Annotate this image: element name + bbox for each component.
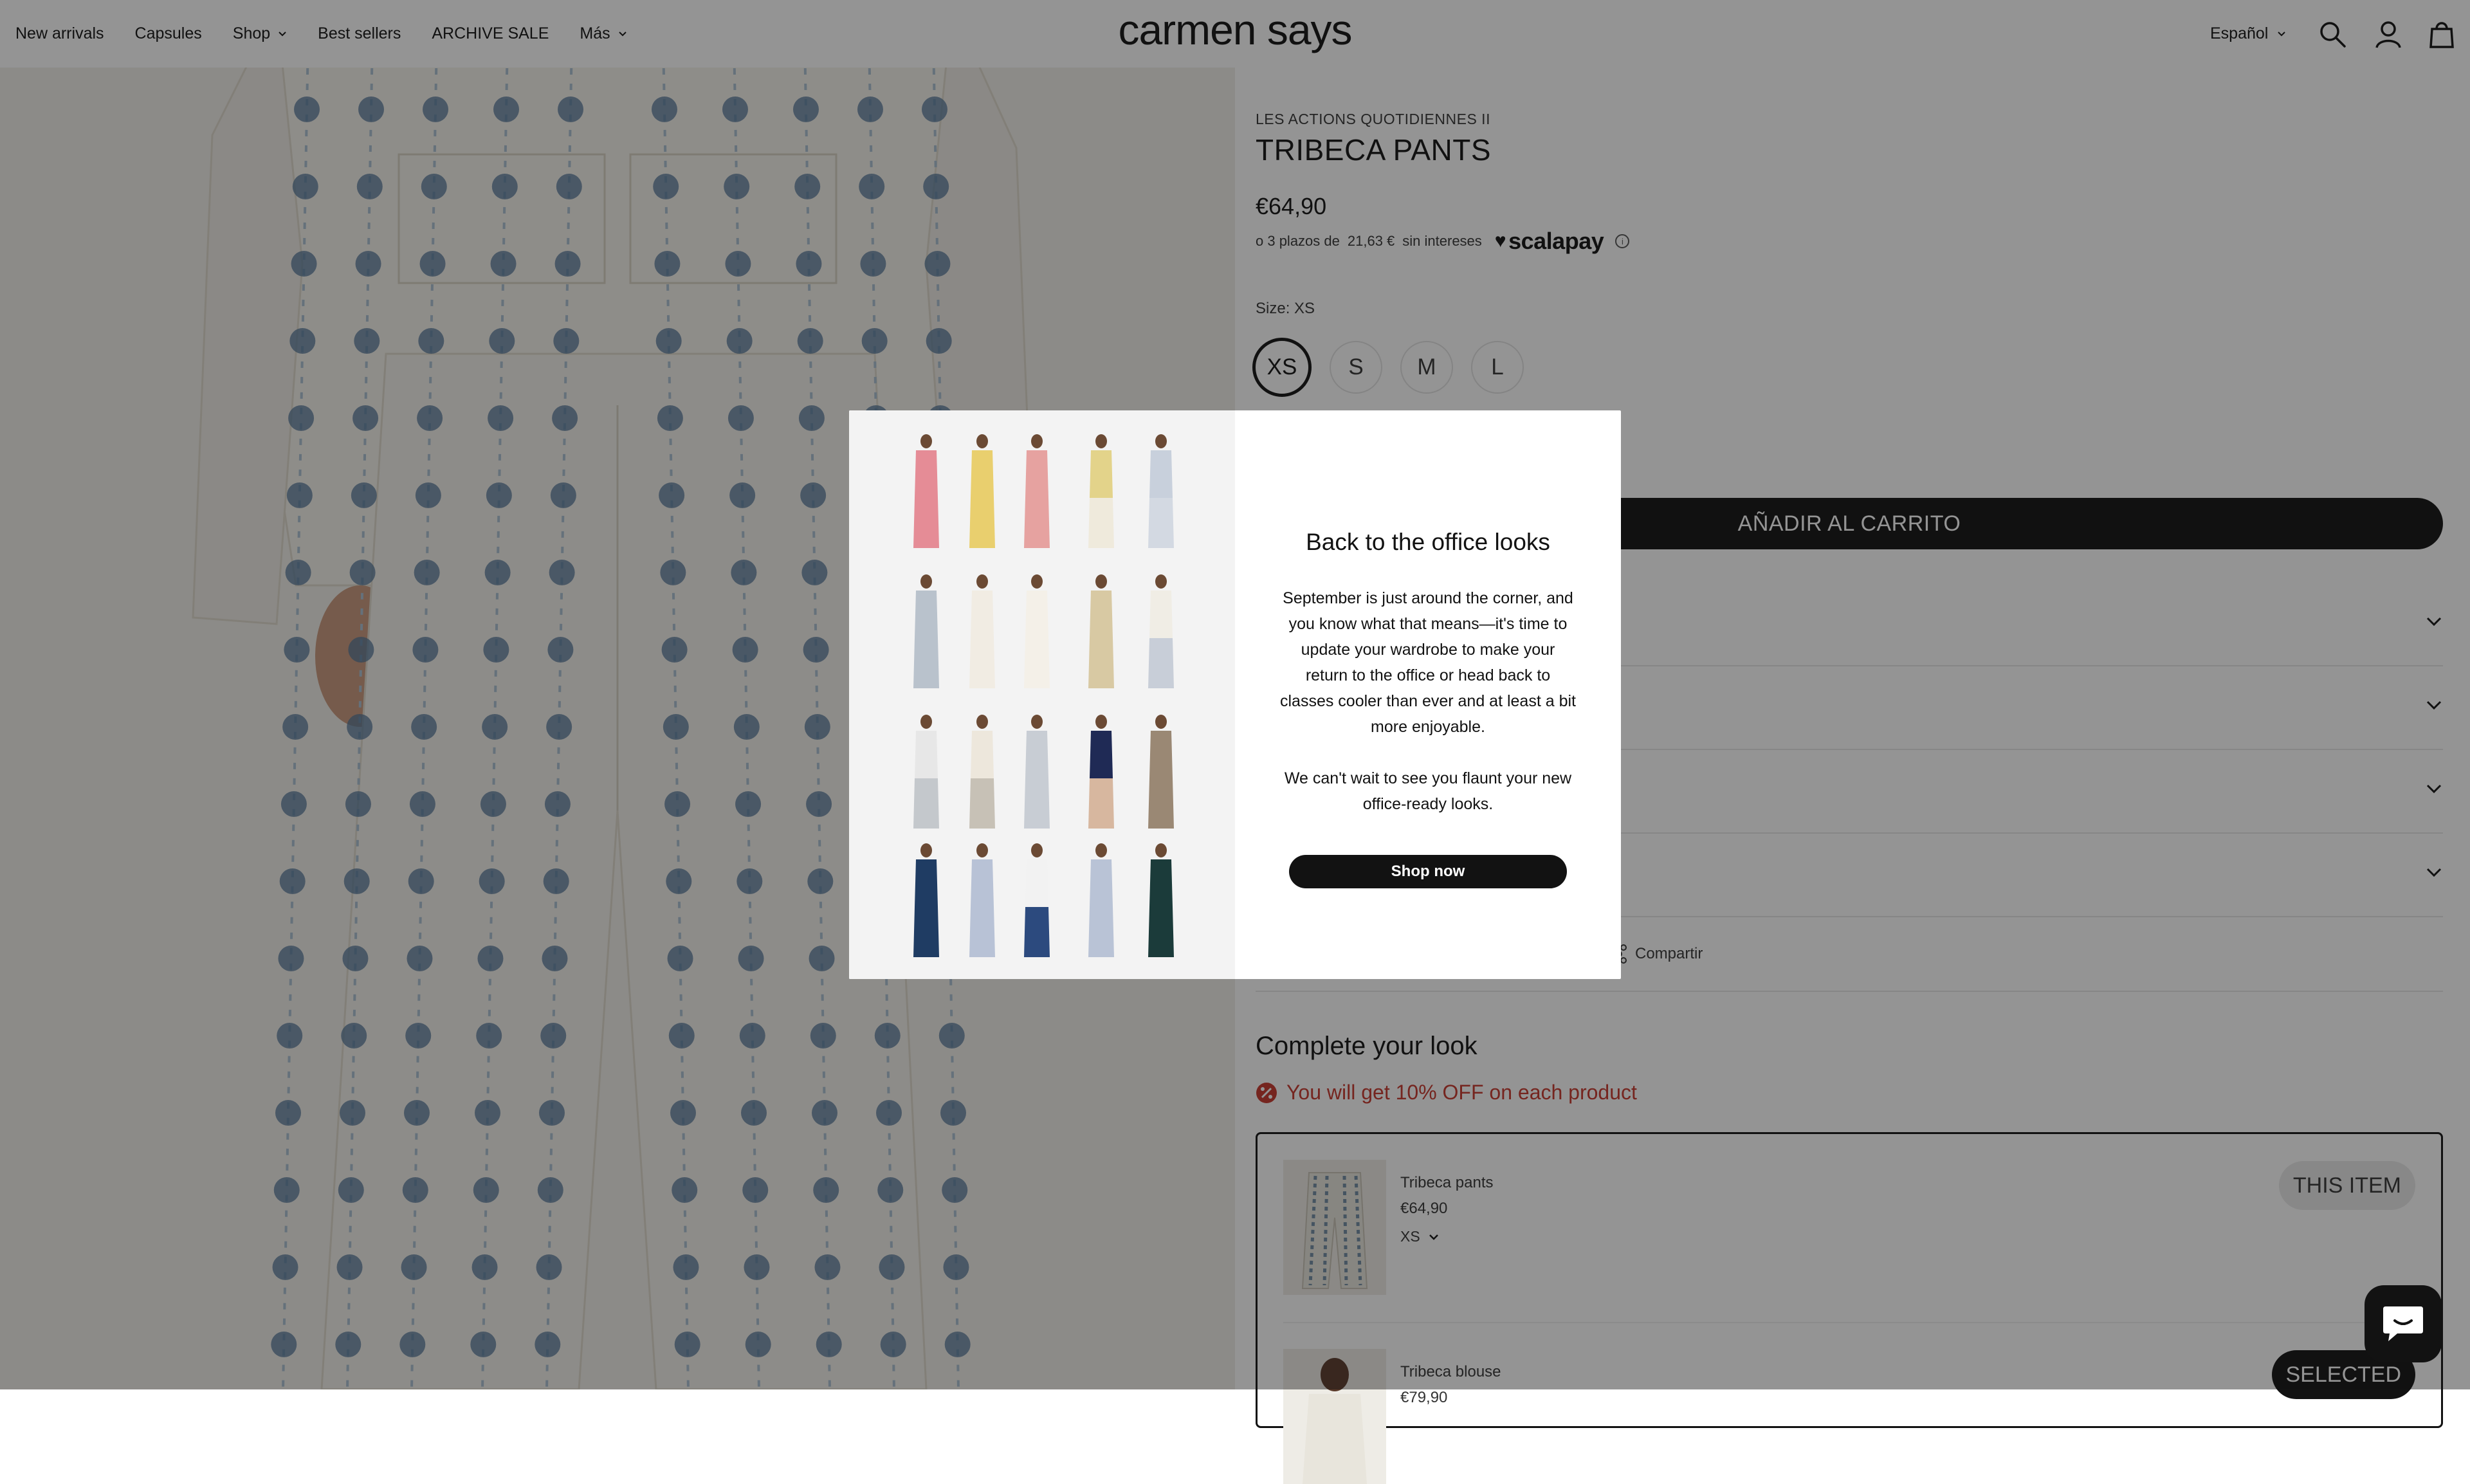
lookbook-figure	[1024, 434, 1050, 548]
lookbook-figure	[913, 715, 939, 829]
modal-description: September is just around the corner, and…	[1280, 589, 1576, 736]
lookbook-figure	[1148, 715, 1174, 829]
shop-now-button[interactable]: Shop now	[1289, 855, 1567, 888]
chat-button[interactable]	[2365, 1285, 2442, 1362]
lookbook-figure	[1024, 843, 1050, 957]
lookbook-figure	[1088, 843, 1114, 957]
lookbook-figure	[969, 574, 995, 688]
lookbook-figure	[913, 843, 939, 957]
lookbook-figure	[1148, 434, 1174, 548]
lookbook-figure	[969, 843, 995, 957]
promo-modal: Back to the office looks September is ju…	[849, 410, 1621, 979]
bundle-item-price: €79,90	[1400, 1389, 1448, 1406]
product-page: New arrivals Capsules Shop Best sellers ARCH…	[0, 0, 2470, 1484]
lookbook-figure	[969, 715, 995, 829]
lookbook-figure	[1148, 574, 1174, 688]
lookbook-image	[849, 410, 1235, 979]
lookbook-figure	[1024, 574, 1050, 688]
modal-content: Back to the office looks September is ju…	[1235, 410, 1621, 979]
modal-title: Back to the office looks	[1306, 529, 1550, 555]
lookbook-figure	[1088, 574, 1114, 688]
lookbook-figure	[913, 434, 939, 548]
lookbook-figure	[913, 574, 939, 688]
modal-subtext: We can't wait to see you flaunt your new…	[1284, 769, 1572, 813]
lookbook-figure	[1088, 434, 1114, 548]
lookbook-figure	[969, 434, 995, 548]
lookbook-figure	[1088, 715, 1114, 829]
lookbook-figure	[1148, 843, 1174, 957]
chat-icon	[2383, 1306, 2423, 1341]
lookbook-figure	[1024, 715, 1050, 829]
